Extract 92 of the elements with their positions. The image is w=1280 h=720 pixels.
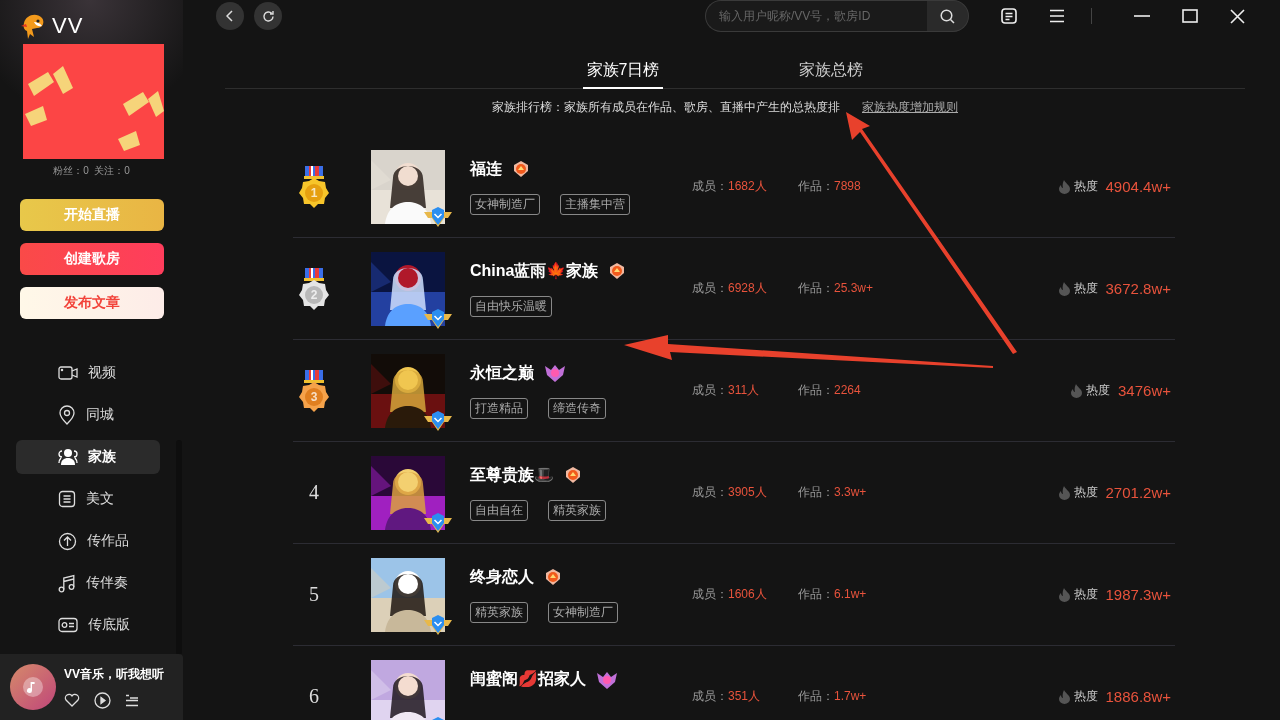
verified-shield-icon xyxy=(424,613,452,636)
heat-label: 热度 xyxy=(1086,382,1111,399)
rules-link[interactable]: 家族热度增加规则 xyxy=(862,99,958,116)
maximize-icon[interactable] xyxy=(1182,9,1198,23)
family-tag: 自由快乐温暖 xyxy=(470,295,552,317)
flame-icon xyxy=(1058,281,1070,296)
play-icon[interactable] xyxy=(94,691,111,709)
works-count: 作品：2264 xyxy=(798,382,862,399)
family-name[interactable]: China蓝雨🍁家族 xyxy=(470,260,599,282)
family-tag: 精英家族 xyxy=(548,499,606,521)
family-name[interactable]: 终身恋人 xyxy=(470,566,534,588)
sidebar-item[interactable]: 视频 xyxy=(16,356,160,390)
people-icon xyxy=(58,448,78,466)
music-note-icon xyxy=(23,677,43,697)
app-name: VV xyxy=(52,13,84,39)
family-name[interactable]: 闺蜜阁💋招家人 xyxy=(470,669,586,690)
heat-value: 4904.4w+ xyxy=(1105,178,1171,195)
rank-number: 5 xyxy=(309,583,319,606)
family-name[interactable]: 福连 xyxy=(470,158,502,180)
member-count: 成员：3905人 xyxy=(692,484,768,501)
heat-value: 1886.8w+ xyxy=(1105,688,1171,705)
member-count: 成员：1606人 xyxy=(692,586,768,603)
location-icon xyxy=(58,405,76,425)
family-name[interactable]: 至尊贵族🎩 xyxy=(470,464,554,486)
ranking-tab[interactable]: 家族7日榜 xyxy=(582,54,664,89)
works-count: 作品：6.1w+ xyxy=(798,586,868,603)
crest-badge-icon xyxy=(564,466,582,484)
family-name[interactable]: 永恒之巅 xyxy=(470,362,534,384)
menu-icon[interactable] xyxy=(1049,9,1065,23)
works-count: 作品：3.3w+ xyxy=(798,484,868,501)
crest-badge-icon xyxy=(608,262,627,280)
flame-icon xyxy=(1071,383,1083,398)
sidebar-item[interactable]: 家族 xyxy=(16,440,160,474)
id-card-icon xyxy=(58,617,78,633)
sidebar-item[interactable]: 传底版 xyxy=(16,608,160,642)
heat-value: 3672.8w+ xyxy=(1105,280,1171,297)
heat-label: 热度 xyxy=(1073,178,1098,195)
family-tag: 缔造传奇 xyxy=(548,397,606,419)
video-icon xyxy=(58,365,78,381)
rank-number: 6 xyxy=(309,685,319,708)
flame-icon xyxy=(1058,485,1070,500)
verified-shield-icon xyxy=(424,511,452,534)
refresh-icon xyxy=(261,9,275,23)
heat-value: 3476w+ xyxy=(1118,382,1171,399)
sidebar-item[interactable]: 传伴奏 xyxy=(16,566,160,600)
member-count: 成员：311人 xyxy=(692,382,761,399)
flame-icon xyxy=(1058,587,1070,602)
heat-value: 1987.3w+ xyxy=(1105,586,1171,603)
flame-icon xyxy=(1058,689,1070,704)
ranking-description: 家族排行榜：家族所有成员在作品、歌房、直播中产生的总热度排 xyxy=(492,99,840,116)
winged-badge-icon xyxy=(544,363,566,383)
ranking-tab[interactable]: 家族总榜 xyxy=(795,54,868,89)
sidebar-item[interactable]: 美文 xyxy=(16,482,160,516)
sidebar-item[interactable]: 同城 xyxy=(16,398,160,432)
rank-number: 4 xyxy=(309,481,319,504)
follower-stats: 粉丝：0 关注：0 xyxy=(52,164,131,178)
album-cover[interactable] xyxy=(10,664,56,710)
works-count: 作品：7898 xyxy=(798,178,862,195)
close-icon[interactable] xyxy=(1230,8,1245,24)
sidebar-item[interactable]: 传作品 xyxy=(16,524,160,558)
heat-label: 热度 xyxy=(1073,586,1098,603)
heat-label: 热度 xyxy=(1073,688,1098,705)
heat-label: 热度 xyxy=(1073,484,1098,501)
refresh-button[interactable] xyxy=(254,2,282,30)
note-icon[interactable] xyxy=(1001,8,1017,24)
heart-icon[interactable] xyxy=(64,693,80,707)
chevron-left-icon xyxy=(226,10,234,22)
heat-value: 2701.2w+ xyxy=(1105,484,1171,501)
heat-label: 热度 xyxy=(1073,280,1098,297)
verified-shield-icon xyxy=(424,205,452,228)
back-button[interactable] xyxy=(216,2,244,30)
works-count: 作品：25.3w+ xyxy=(798,280,875,297)
player-title: VV音乐，听我想听 xyxy=(64,665,164,683)
family-tag: 女神制造厂 xyxy=(548,601,618,623)
family-tag: 精英家族 xyxy=(470,601,528,623)
music-note-icon xyxy=(58,573,76,593)
family-tag: 女神制造厂 xyxy=(470,193,540,215)
member-count: 成员：351人 xyxy=(692,688,762,705)
upload-icon xyxy=(58,531,77,551)
playlist-icon[interactable] xyxy=(125,693,139,707)
works-count: 作品：1.7w+ xyxy=(798,688,868,705)
member-count: 成员：1682人 xyxy=(692,178,768,195)
family-tag: 自由自在 xyxy=(470,499,528,521)
document-icon xyxy=(58,490,76,508)
crest-badge-icon xyxy=(512,160,530,178)
family-tag: 打造精品 xyxy=(470,397,528,419)
flame-icon xyxy=(1058,179,1070,194)
verified-shield-icon xyxy=(424,307,452,330)
family-tag: 主播集中营 xyxy=(560,193,630,215)
crest-badge-icon xyxy=(544,568,562,586)
member-count: 成员：6928人 xyxy=(692,280,768,297)
verified-shield-icon xyxy=(424,409,452,432)
